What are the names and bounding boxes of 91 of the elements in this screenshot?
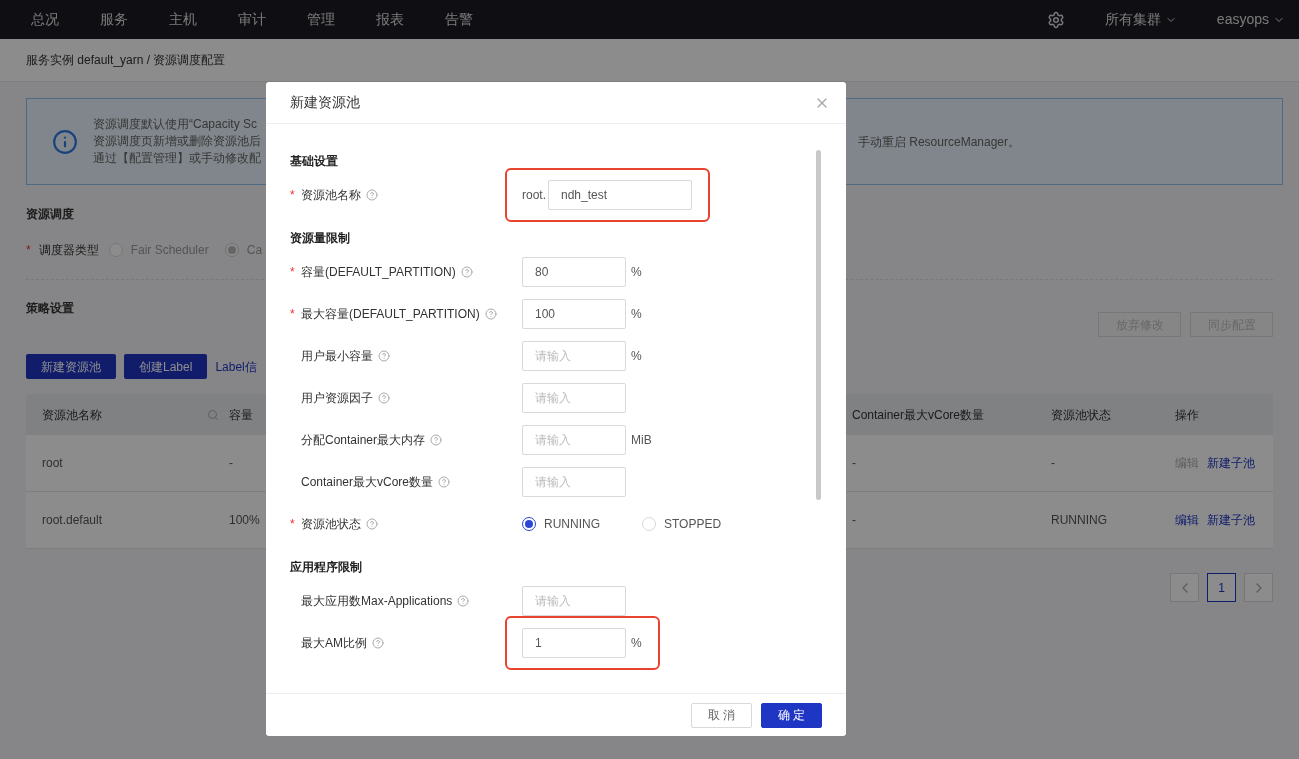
required-asterisk: * [290, 307, 295, 321]
required-asterisk: * [290, 188, 295, 202]
section-heading: 基础设置 [290, 153, 339, 170]
input-field[interactable]: 请输入 [522, 425, 626, 455]
field-label: 最大容量(DEFAULT_PARTITION) [301, 306, 480, 323]
help-icon[interactable] [378, 350, 390, 362]
input-field[interactable]: 请输入 [522, 467, 626, 497]
help-icon[interactable] [430, 434, 443, 446]
cancel-button[interactable]: 取 消 [691, 702, 752, 728]
input-field[interactable]: 100 [522, 299, 626, 329]
field-label: 最大AM比例 [301, 635, 367, 652]
required-asterisk: * [290, 517, 295, 531]
nav-item[interactable]: 报表 [376, 9, 404, 30]
column-header: Container最大vCore数量 [852, 406, 986, 424]
scrollbar-thumb[interactable] [816, 150, 821, 500]
radio-option[interactable]: STOPPED [642, 515, 722, 533]
breadcrumb: 服务实例 default_yarn / 资源调度配置 [26, 52, 226, 69]
column-header: 资源池名称 [42, 406, 102, 424]
input-field[interactable]: ndh_test [548, 180, 692, 210]
field-label: 资源池名称 [301, 187, 361, 204]
field-label: 容量(DEFAULT_PARTITION) [301, 264, 456, 281]
field-label: 资源池状态 [301, 516, 361, 533]
search-icon[interactable] [207, 408, 219, 421]
notice-text: 资源调度页新增或删除资源池后 [93, 133, 261, 150]
column-header: 资源池状态 [1051, 406, 1112, 424]
help-icon[interactable] [372, 637, 384, 649]
notice-text: 手动重启 ResourceManager。 [857, 133, 1020, 151]
unit-text: % [631, 635, 642, 652]
table-cell-text: 100% [229, 512, 260, 529]
column-header: 容量 [229, 406, 254, 424]
help-icon[interactable] [366, 189, 378, 201]
field-label: 用户资源因子 [301, 390, 373, 407]
field-label: 调度器类型 [38, 242, 99, 259]
settings-icon[interactable] [1046, 10, 1065, 29]
section-heading: 资源调度 [26, 206, 74, 223]
column-header: 操作 [1175, 406, 1200, 424]
nav-item[interactable]: 管理 [307, 9, 335, 30]
table-cell-text: - [1051, 455, 1055, 472]
notice-text: 资源调度默认使用“Capacity Sc [93, 116, 259, 133]
field-label: 用户最小容量 [301, 348, 373, 365]
nav-item[interactable]: 服务 [100, 9, 128, 30]
section-heading: 应用程序限制 [290, 559, 363, 576]
unit-text: % [631, 348, 642, 365]
table-cell-text: RUNNING [1051, 512, 1107, 529]
confirm-button[interactable]: 确 定 [761, 702, 822, 728]
radio-option[interactable]: RUNNING [522, 515, 600, 533]
table-cell-text: - [229, 455, 233, 472]
previous-page-button[interactable] [1170, 573, 1199, 602]
dialog-title: 新建资源池 [290, 93, 360, 112]
table-cell-text: - [852, 512, 856, 529]
help-icon[interactable] [457, 595, 470, 607]
user-dropdown[interactable]: easyops [1216, 9, 1285, 30]
input-field[interactable]: 请输入 [522, 383, 626, 413]
prefix-text: root. [522, 187, 547, 204]
unit-text: % [631, 264, 642, 281]
help-icon[interactable] [366, 518, 378, 530]
table-cell-text: root [42, 455, 63, 472]
info-icon [52, 128, 78, 155]
nav-item[interactable]: 告警 [445, 9, 473, 30]
field-label: Container最大vCore数量 [301, 474, 434, 491]
input-field[interactable]: 1 [522, 628, 626, 658]
input-field[interactable]: 80 [522, 257, 626, 287]
table-cell-text: - [852, 455, 856, 472]
action-link[interactable]: 新建子池 [1207, 454, 1255, 472]
nav-item[interactable]: 审计 [238, 9, 266, 30]
notice-text: 通过【配置管理】或手动修改配 [93, 150, 261, 167]
action-link[interactable]: 新建子池 [1207, 511, 1255, 529]
page-button[interactable]: 1 [1207, 573, 1236, 602]
table-cell-text: root.default [42, 512, 103, 529]
field-label: 最大应用数Max-Applications [301, 593, 453, 610]
help-icon[interactable] [378, 392, 390, 404]
label-link[interactable]: Label信 [215, 357, 257, 376]
field-label: 分配Container最大内存 [301, 432, 426, 449]
required-asterisk: * [26, 242, 31, 259]
unit-text: MiB [631, 432, 652, 449]
nav-item[interactable]: 主机 [169, 9, 197, 30]
required-asterisk: * [290, 265, 295, 279]
input-field[interactable]: 请输入 [522, 586, 626, 616]
input-field[interactable]: 请输入 [522, 341, 626, 371]
section-heading: 资源量限制 [290, 230, 351, 247]
nav-item[interactable]: 总况 [31, 9, 59, 30]
help-icon[interactable] [460, 266, 473, 278]
primary-button[interactable]: 新建资源池 [26, 354, 116, 379]
section-heading: 策略设置 [26, 300, 74, 317]
action-link[interactable]: 编辑 [1175, 511, 1199, 529]
unit-text: % [631, 306, 642, 323]
help-icon[interactable] [484, 308, 497, 320]
help-icon[interactable] [438, 476, 451, 488]
next-page-button[interactable] [1244, 573, 1273, 602]
primary-button[interactable]: 创建Label [124, 354, 208, 379]
cluster-dropdown[interactable]: 所有集群 [1104, 9, 1177, 30]
